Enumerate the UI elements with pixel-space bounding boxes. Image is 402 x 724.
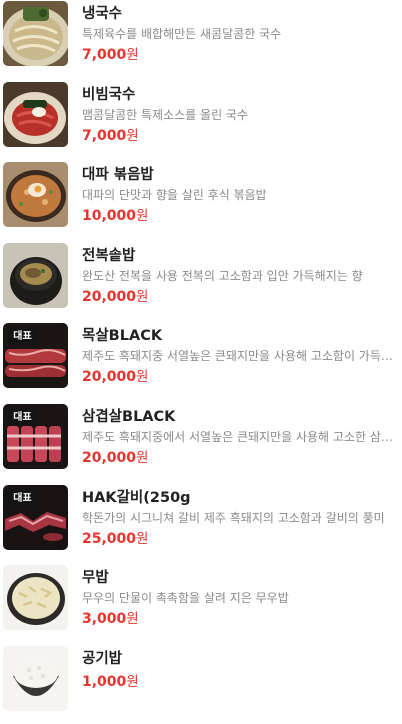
menu-item[interactable]: 대표 삼겹살BLACK 제주도 흑돼지중에서 서열높은 큰돼지만을 사용해 고소… [0, 402, 402, 483]
menu-item-description: 대파의 단맛과 향을 살린 후식 볶음밥 [82, 188, 267, 203]
menu-item-name: 목살BLACK [82, 328, 163, 345]
pork-neck-photo: 대표 [3, 323, 68, 389]
menu-item-price: 25,000원 [82, 530, 149, 547]
menu-item[interactable]: 비빔국수 맴콤달콤한 특제소스를 올린 국수 7,000원 [0, 80, 402, 161]
cold-noodle-photo [3, 1, 68, 66]
menu-item-name: 비빔국수 [82, 86, 136, 103]
fried-rice-photo [3, 162, 68, 228]
menu-item-price: 7,000원 [82, 127, 139, 144]
radish-rice-photo [3, 565, 68, 631]
pork-belly-photo: 대표 [3, 403, 68, 469]
menu-item[interactable]: 전복솥밥 완도산 전복을 사용 전복의 고소함과 입안 가득해지는 향 20,0… [0, 241, 402, 322]
menu-item[interactable]: 대표 목살BLACK 제주도 흑돼지중 서열높은 큰돼지만을 사용해 고소함이 … [0, 321, 402, 402]
menu-item-name: HAK갈비(250g [82, 489, 191, 506]
menu-item-description: 제주도 흑돼지중 서열높은 큰돼지만을 사용해 고소함이 가득한 목살 [82, 349, 400, 364]
menu-item[interactable]: 냉국수 특제육수를 배합해만든 새콤달콤한 국수 7,000원 [0, 0, 402, 80]
menu-item-price: 3,000원 [82, 611, 139, 628]
menu-item-price: 7,000원 [82, 47, 139, 63]
menu-item-description: 특제육수를 배합해만든 새콤달콤한 국수 [82, 27, 282, 41]
menu-item-description: 학돈가의 시그니쳐 갈비 제주 흑돼지의 고소함과 갈비의 풍미 [82, 510, 385, 525]
steamed-rice-photo [3, 645, 68, 711]
menu-item-name: 삼겹살BLACK [82, 408, 176, 425]
menu-item[interactable]: 대파 볶음밥 대파의 단맛과 향을 살린 후식 볶음밥 10,000원 [0, 160, 402, 241]
menu-item[interactable]: 무밥 무우의 단물이 촉촉함을 살려 지은 무우밥 3,000원 [0, 563, 402, 644]
galbi-photo: 대표 [3, 484, 68, 550]
menu-item-price: 1,000원 [82, 673, 139, 690]
abalone-pot-rice-photo [3, 242, 68, 308]
spicy-noodle-photo [3, 81, 68, 147]
signature-badge: 대표 [8, 408, 37, 426]
menu-item-price: 20,000원 [82, 288, 149, 305]
menu-item-name: 무밥 [82, 570, 109, 587]
menu-item-price: 20,000원 [82, 449, 149, 466]
menu-item-price: 20,000원 [82, 369, 149, 386]
menu-item-description: 무우의 단물이 촉촉함을 살려 지은 무우밥 [82, 591, 289, 606]
menu-item-name: 전복솥밥 [82, 247, 136, 264]
menu-item-price: 10,000원 [82, 208, 149, 225]
signature-badge: 대표 [8, 489, 37, 507]
menu-item[interactable]: 대표 HAK갈비(250g 학돈가의 시그니쳐 갈비 제주 흑돼지의 고소함과 … [0, 483, 402, 564]
menu-item-description: 완도산 전복을 사용 전복의 고소함과 입안 가득해지는 향 [82, 268, 363, 283]
menu-item-name: 냉국수 [82, 6, 123, 22]
menu-item-description: 제주도 흑돼지중에서 서열높은 큰돼지만을 사용해 고소한 삼겹살 [82, 429, 400, 444]
menu-list: 냉국수 특제육수를 배합해만든 새콤달콤한 국수 7,000원 비빔국수 맴콤달… [0, 0, 402, 724]
menu-item-name: 대파 볶음밥 [82, 167, 154, 184]
menu-item-name: 공기밥 [82, 650, 123, 667]
menu-item-description: 맴콤달콤한 특제소스를 올린 국수 [82, 107, 249, 122]
signature-badge: 대표 [8, 328, 37, 346]
